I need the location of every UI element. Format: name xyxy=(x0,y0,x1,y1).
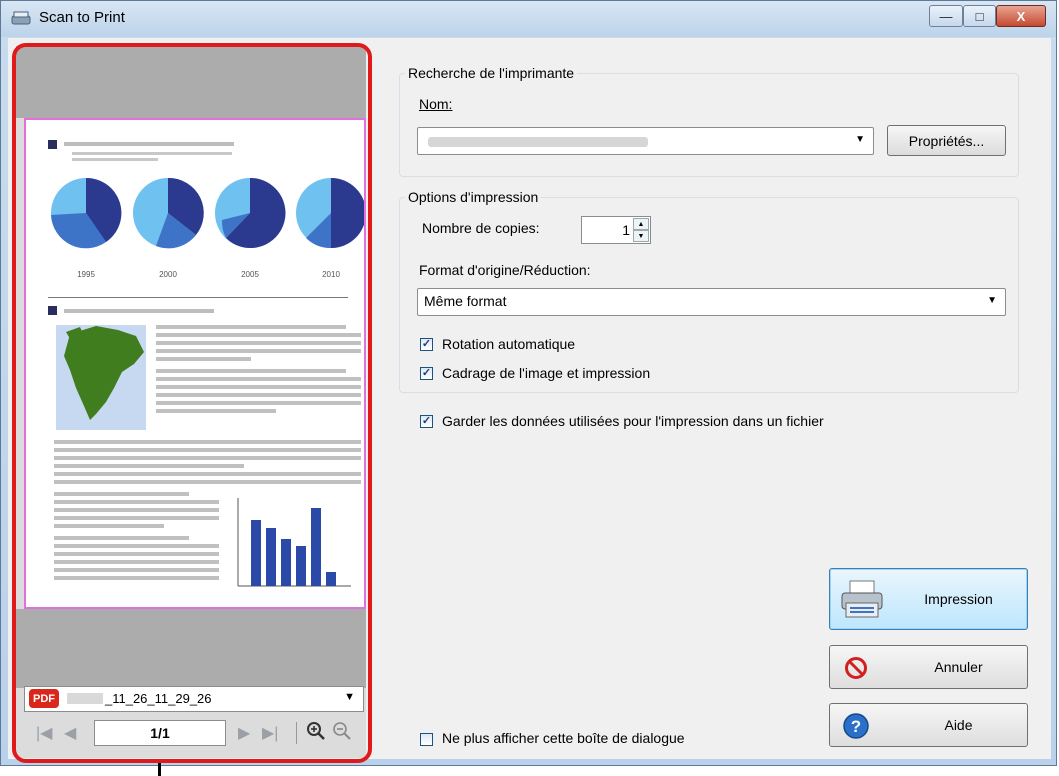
svg-text:?: ? xyxy=(851,717,861,736)
printer-name-blurred xyxy=(428,137,648,147)
preview-top-margin xyxy=(16,46,366,118)
page-navigation-bar: |◀ ◀ 1/1 ▶ ▶| xyxy=(24,718,364,752)
stepper-up-icon[interactable]: ▲ xyxy=(633,218,649,230)
page-indicator[interactable]: 1/1 xyxy=(94,720,226,746)
close-icon: X xyxy=(1016,8,1026,24)
cancel-button-label: Annuler xyxy=(934,659,983,675)
chevron-down-icon: ▼ xyxy=(855,134,865,145)
zoom-out-icon[interactable] xyxy=(332,721,352,741)
minimize-icon: — xyxy=(939,8,953,24)
title-bar: Scan to Print — □ X xyxy=(1,1,1056,37)
crop-print-checkbox[interactable]: ✓ xyxy=(420,367,433,380)
auto-rotation-label[interactable]: Rotation automatique xyxy=(442,336,575,352)
zoom-in-icon[interactable] xyxy=(306,721,326,741)
year-label: 1995 xyxy=(77,270,95,279)
copies-value: 1 xyxy=(622,222,630,238)
dont-show-again-label[interactable]: Ne plus afficher cette boîte de dialogue xyxy=(442,730,685,746)
minimize-button[interactable]: — xyxy=(929,5,963,27)
previous-page-icon[interactable]: ◀ xyxy=(64,723,76,743)
last-page-icon[interactable]: ▶| xyxy=(262,723,278,743)
help-icon: ? xyxy=(843,713,869,739)
window-title: Scan to Print xyxy=(39,9,125,26)
scanner-app-icon xyxy=(11,11,31,25)
copies-stepper[interactable]: 1 ▲ ▼ xyxy=(581,216,651,244)
help-button-label: Aide xyxy=(944,717,973,733)
pie-chart-1995 xyxy=(51,177,122,249)
close-button[interactable]: X xyxy=(996,5,1046,27)
year-label: 2000 xyxy=(159,270,177,279)
bar-chart-graphic xyxy=(237,498,351,587)
maximize-button[interactable]: □ xyxy=(963,5,996,27)
preview-bottom-margin xyxy=(16,609,366,688)
format-selected-value: Même format xyxy=(424,293,507,309)
chevron-down-icon: ▼ xyxy=(987,295,997,306)
properties-button-label: Propriétés... xyxy=(908,132,985,149)
keep-data-checkbox[interactable]: ✓ xyxy=(420,415,433,428)
year-label: 2005 xyxy=(241,270,259,279)
format-label: Format d'origine/Réduction: xyxy=(419,262,591,278)
pie-chart-2000 xyxy=(133,177,204,249)
stepper-down-icon[interactable]: ▼ xyxy=(633,230,649,242)
copies-label: Nombre de copies: xyxy=(422,220,540,236)
next-page-icon[interactable]: ▶ xyxy=(238,723,250,743)
properties-button[interactable]: Propriétés... xyxy=(887,125,1006,156)
callout-pointer-line xyxy=(158,763,161,776)
dialog-client-area: 1995 2000 2005 2010 PDF _11_26_11_29_26 … xyxy=(8,38,1051,759)
toolbar-separator xyxy=(296,722,297,744)
help-button[interactable]: ? Aide xyxy=(829,703,1028,747)
dont-show-again-checkbox[interactable]: ✓ xyxy=(420,733,433,746)
pdf-icon: PDF xyxy=(29,689,59,708)
auto-rotation-checkbox[interactable]: ✓ xyxy=(420,338,433,351)
print-button-label: Impression xyxy=(924,591,993,607)
keep-data-label[interactable]: Garder les données utilisées pour l'impr… xyxy=(442,413,824,429)
printer-name-dropdown[interactable]: ▼ xyxy=(417,127,874,155)
printer-icon xyxy=(841,580,883,618)
page-content-graphic: 1995 2000 2005 2010 xyxy=(48,140,364,587)
format-dropdown[interactable]: Même format ▼ xyxy=(417,288,1006,316)
page-thumbnail[interactable]: 1995 2000 2005 2010 xyxy=(24,118,366,609)
preview-panel[interactable]: 1995 2000 2005 2010 PDF _11_26_11_29_26 … xyxy=(16,46,366,758)
first-page-icon[interactable]: |◀ xyxy=(36,723,52,743)
maximize-icon: □ xyxy=(975,8,984,24)
file-select-dropdown[interactable]: PDF _11_26_11_29_26 ▼ xyxy=(24,686,364,712)
cancel-icon xyxy=(845,657,867,679)
stepper-buttons: ▲ ▼ xyxy=(633,218,649,242)
print-button[interactable]: Impression xyxy=(829,568,1028,630)
file-name: _11_26_11_29_26 xyxy=(105,691,212,706)
year-label: 2010 xyxy=(322,270,340,279)
world-map-image xyxy=(56,325,146,430)
print-options-group-title: Options d'impression xyxy=(405,189,542,205)
pie-chart-2010 xyxy=(296,178,364,249)
chevron-down-icon: ▼ xyxy=(344,691,355,703)
scan-to-print-window: Scan to Print — □ X 1995 2000 2005 2010 … xyxy=(0,0,1057,766)
printer-search-group-title: Recherche de l'imprimante xyxy=(405,65,578,81)
printer-name-label: Nom: xyxy=(419,96,453,112)
pie-chart-2005 xyxy=(215,177,286,248)
crop-print-label[interactable]: Cadrage de l'image et impression xyxy=(442,365,650,381)
cancel-button[interactable]: Annuler xyxy=(829,645,1028,689)
file-name-blurred xyxy=(67,693,103,704)
